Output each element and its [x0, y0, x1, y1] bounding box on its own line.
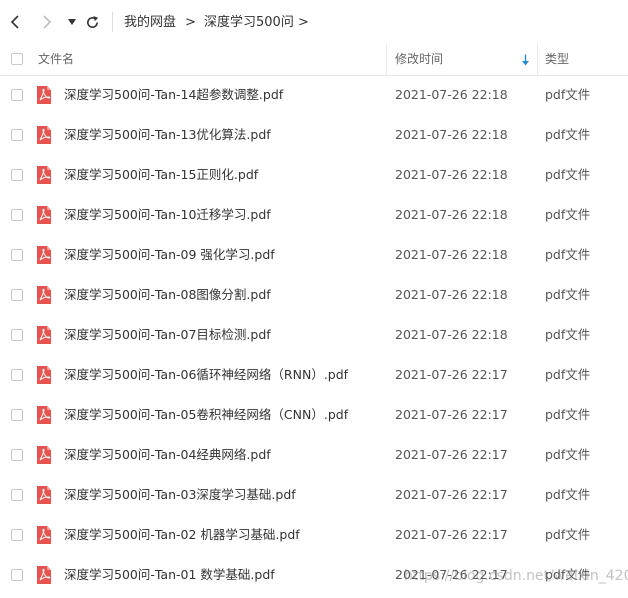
- row-checkbox[interactable]: [11, 249, 23, 261]
- file-type: pdf文件: [545, 407, 591, 422]
- row-checkbox[interactable]: [11, 169, 23, 181]
- file-modified-time: 2021-07-26 22:18: [395, 87, 508, 102]
- pdf-file-icon: [37, 526, 51, 544]
- pdf-file-icon: [37, 486, 51, 504]
- file-name[interactable]: 深度学习500问-Tan-04经典网络.pdf: [64, 447, 271, 463]
- column-header-name[interactable]: 文件名: [38, 44, 74, 75]
- pdf-file-icon: [37, 366, 51, 384]
- row-checkbox[interactable]: [11, 369, 23, 381]
- file-name[interactable]: 深度学习500问-Tan-07目标检测.pdf: [64, 327, 271, 343]
- file-type: pdf文件: [545, 247, 591, 262]
- row-checkbox[interactable]: [11, 129, 23, 141]
- breadcrumb-separator: >: [298, 15, 309, 30]
- table-row[interactable]: 深度学习500问-Tan-07目标检测.pdf 2021-07-26 22:18…: [0, 315, 628, 355]
- row-checkbox[interactable]: [11, 329, 23, 341]
- pdf-file-icon: [37, 446, 51, 464]
- row-checkbox[interactable]: [11, 289, 23, 301]
- file-type: pdf文件: [545, 447, 591, 462]
- history-dropdown-button[interactable]: [62, 12, 82, 32]
- row-checkbox[interactable]: [11, 489, 23, 501]
- column-divider[interactable]: [386, 44, 387, 75]
- row-checkbox[interactable]: [11, 449, 23, 461]
- file-type: pdf文件: [545, 367, 591, 382]
- file-name[interactable]: 深度学习500问-Tan-05卷积神经网络（CNN）.pdf: [64, 407, 348, 423]
- table-row[interactable]: 深度学习500问-Tan-06循环神经网络（RNN）.pdf 2021-07-2…: [0, 355, 628, 395]
- pdf-file-icon: [37, 286, 51, 304]
- file-name[interactable]: 深度学习500问-Tan-09 强化学习.pdf: [64, 247, 275, 263]
- file-type: pdf文件: [545, 287, 591, 302]
- file-modified-time: 2021-07-26 22:17: [395, 407, 508, 422]
- file-type: pdf文件: [545, 127, 591, 142]
- breadcrumb-my-drive[interactable]: 我的网盘: [124, 15, 176, 31]
- file-name[interactable]: 深度学习500问-Tan-14超参数调整.pdf: [64, 87, 283, 103]
- row-checkbox[interactable]: [11, 569, 23, 581]
- file-name[interactable]: 深度学习500问-Tan-13优化算法.pdf: [64, 127, 271, 143]
- watermark: https://blog.csdn.net/weixin_42001: [404, 568, 628, 584]
- pdf-file-icon: [37, 566, 51, 584]
- file-modified-time: 2021-07-26 22:17: [395, 487, 508, 502]
- chevron-right-icon: [43, 15, 52, 29]
- pdf-file-icon: [37, 166, 51, 184]
- row-checkbox[interactable]: [11, 89, 23, 101]
- pdf-file-icon: [37, 246, 51, 264]
- file-modified-time: 2021-07-26 22:17: [395, 367, 508, 382]
- column-header-modified[interactable]: 修改时间: [395, 44, 443, 75]
- table-row[interactable]: 深度学习500问-Tan-02 机器学习基础.pdf 2021-07-26 22…: [0, 515, 628, 555]
- forward-button[interactable]: [36, 12, 56, 32]
- file-name[interactable]: 深度学习500问-Tan-02 机器学习基础.pdf: [64, 527, 300, 543]
- file-type: pdf文件: [545, 487, 591, 502]
- file-modified-time: 2021-07-26 22:18: [395, 207, 508, 222]
- table-row[interactable]: 深度学习500问-Tan-04经典网络.pdf 2021-07-26 22:17…: [0, 435, 628, 475]
- file-modified-time: 2021-07-26 22:17: [395, 527, 508, 542]
- file-modified-time: 2021-07-26 22:18: [395, 247, 508, 262]
- file-name[interactable]: 深度学习500问-Tan-08图像分割.pdf: [64, 287, 271, 303]
- row-checkbox[interactable]: [11, 529, 23, 541]
- row-checkbox[interactable]: [11, 209, 23, 221]
- pdf-file-icon: [37, 126, 51, 144]
- table-row[interactable]: 深度学习500问-Tan-15正则化.pdf 2021-07-26 22:18 …: [0, 155, 628, 195]
- file-modified-time: 2021-07-26 22:18: [395, 327, 508, 342]
- file-modified-time: 2021-07-26 22:18: [395, 287, 508, 302]
- pdf-file-icon: [37, 326, 51, 344]
- file-modified-time: 2021-07-26 22:17: [395, 447, 508, 462]
- refresh-button[interactable]: [82, 12, 102, 32]
- file-name[interactable]: 深度学习500问-Tan-06循环神经网络（RNN）.pdf: [64, 367, 348, 383]
- file-modified-time: 2021-07-26 22:18: [395, 167, 508, 182]
- table-row[interactable]: 深度学习500问-Tan-05卷积神经网络（CNN）.pdf 2021-07-2…: [0, 395, 628, 435]
- table-row[interactable]: 深度学习500问-Tan-03深度学习基础.pdf 2021-07-26 22:…: [0, 475, 628, 515]
- file-type: pdf文件: [545, 327, 591, 342]
- file-name[interactable]: 深度学习500问-Tan-03深度学习基础.pdf: [64, 487, 296, 503]
- select-all-checkbox[interactable]: [11, 53, 23, 65]
- file-type: pdf文件: [545, 87, 591, 102]
- back-button[interactable]: [6, 12, 26, 32]
- row-checkbox[interactable]: [11, 409, 23, 421]
- chevron-left-icon: [10, 15, 19, 29]
- file-name[interactable]: 深度学习500问-Tan-10迁移学习.pdf: [64, 207, 271, 223]
- table-row[interactable]: 深度学习500问-Tan-10迁移学习.pdf 2021-07-26 22:18…: [0, 195, 628, 235]
- file-type: pdf文件: [545, 167, 591, 182]
- file-name[interactable]: 深度学习500问-Tan-15正则化.pdf: [64, 167, 258, 183]
- nav-separator: [112, 12, 113, 32]
- caret-down-icon: [68, 19, 76, 25]
- file-type: pdf文件: [545, 207, 591, 222]
- breadcrumb-separator: >: [185, 15, 196, 30]
- file-list-header: 文件名 修改时间 类型: [0, 44, 628, 76]
- pdf-file-icon: [37, 406, 51, 424]
- column-header-type[interactable]: 类型: [545, 44, 569, 75]
- navigation-bar: 我的网盘 > 深度学习500问 >: [0, 0, 628, 44]
- table-row[interactable]: 深度学习500问-Tan-14超参数调整.pdf 2021-07-26 22:1…: [0, 75, 628, 115]
- file-modified-time: 2021-07-26 22:18: [395, 127, 508, 142]
- column-divider[interactable]: [537, 44, 538, 75]
- breadcrumb-current-folder[interactable]: 深度学习500问: [204, 15, 294, 31]
- arrow-down-icon[interactable]: [521, 54, 530, 66]
- file-type: pdf文件: [545, 527, 591, 542]
- refresh-icon: [86, 15, 98, 28]
- file-name[interactable]: 深度学习500问-Tan-01 数学基础.pdf: [64, 567, 275, 583]
- pdf-file-icon: [37, 86, 51, 104]
- table-row[interactable]: 深度学习500问-Tan-13优化算法.pdf 2021-07-26 22:18…: [0, 115, 628, 155]
- table-row[interactable]: 深度学习500问-Tan-09 强化学习.pdf 2021-07-26 22:1…: [0, 235, 628, 275]
- table-row[interactable]: 深度学习500问-Tan-08图像分割.pdf 2021-07-26 22:18…: [0, 275, 628, 315]
- pdf-file-icon: [37, 206, 51, 224]
